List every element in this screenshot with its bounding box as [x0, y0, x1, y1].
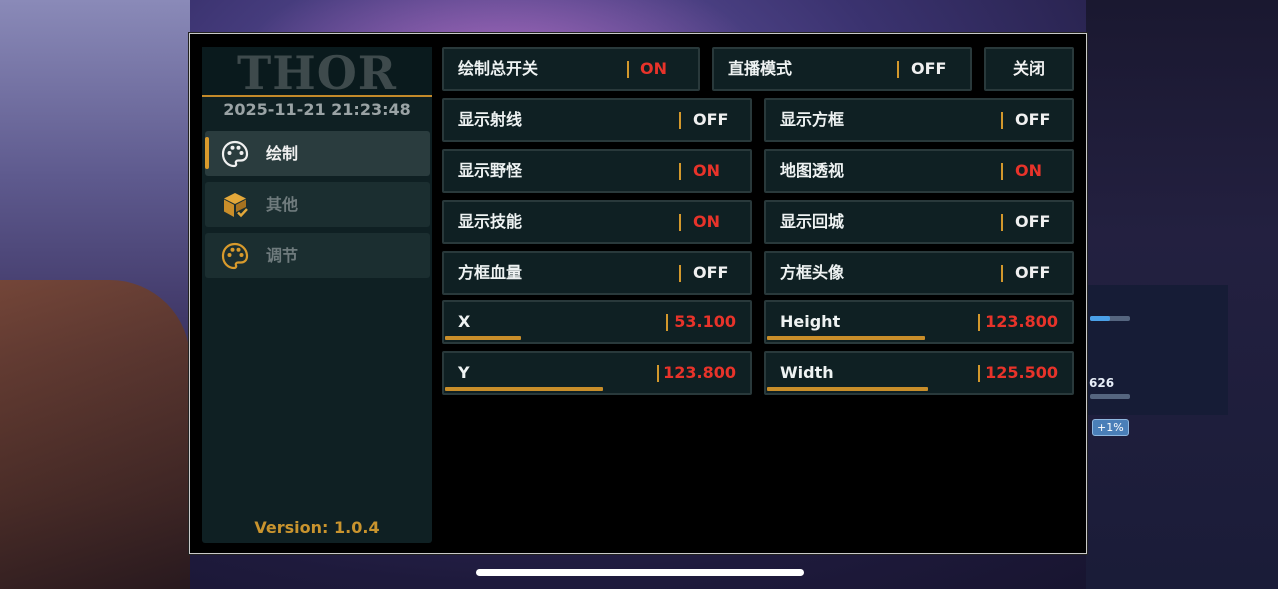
- logo-divider: [202, 95, 432, 97]
- slider-fill: [445, 336, 521, 340]
- slider-value: 53.100: [674, 312, 736, 331]
- background-character: [0, 280, 190, 589]
- slider-value: 123.800: [663, 363, 736, 382]
- slider-separator: [666, 314, 668, 331]
- toggle-value: OFF: [693, 263, 729, 282]
- close-button[interactable]: 关闭: [984, 47, 1074, 91]
- toggle-label: 直播模式: [728, 59, 793, 78]
- version-label: Version: 1.0.4: [254, 518, 380, 537]
- sidebar-item-draw[interactable]: 绘制: [205, 131, 430, 176]
- toggle-box-avatar[interactable]: 方框头像 OFF: [764, 251, 1074, 295]
- toggle-label: 显示方框: [780, 110, 845, 129]
- toggle-separator: [1001, 163, 1003, 180]
- slider-fill: [445, 387, 603, 391]
- slider-value: 123.800: [985, 312, 1058, 331]
- sidebar-item-label: 其他: [266, 195, 299, 214]
- toggle-label: 地图透视: [780, 161, 845, 180]
- toggle-separator: [679, 214, 681, 231]
- toggle-value: ON: [640, 59, 667, 78]
- slider-separator: [657, 365, 659, 382]
- slider-y[interactable]: Y 123.800: [442, 351, 752, 395]
- slider-width[interactable]: Width 125.500: [764, 351, 1074, 395]
- sidebar-item-label: 调节: [266, 246, 299, 265]
- slider-separator: [978, 314, 980, 331]
- slider-x[interactable]: X 53.100: [442, 300, 752, 344]
- palette-icon: [221, 140, 249, 168]
- home-indicator[interactable]: [476, 569, 804, 576]
- slider-fill: [767, 387, 928, 391]
- mod-menu-window: THOR 2025-11-21 21:23:48 绘制 其他 调节 Versio…: [189, 33, 1087, 554]
- toggle-value: ON: [693, 212, 720, 231]
- background-hud-bar-2: [1090, 394, 1130, 399]
- toggle-label: 绘制总开关: [458, 59, 539, 78]
- toggle-value: ON: [1015, 161, 1042, 180]
- toggle-value: OFF: [1015, 212, 1051, 231]
- toggle-show-recall[interactable]: 显示回城 OFF: [764, 200, 1074, 244]
- app-logo: THOR: [202, 47, 432, 95]
- master-draw-toggle[interactable]: 绘制总开关 ON: [442, 47, 700, 91]
- toggle-separator: [679, 265, 681, 282]
- palette-icon: [221, 242, 249, 270]
- toggle-separator: [679, 112, 681, 129]
- slider-height[interactable]: Height 123.800: [764, 300, 1074, 344]
- toggle-label: 显示回城: [780, 212, 845, 231]
- toggle-separator: [897, 61, 899, 78]
- toggle-label: 方框血量: [458, 263, 523, 282]
- background-hud-value: 626: [1089, 376, 1115, 390]
- toggle-value: OFF: [911, 59, 947, 78]
- slider-fill: [767, 336, 925, 340]
- toggle-box-health[interactable]: 方框血量 OFF: [442, 251, 752, 295]
- toggle-label: 显示射线: [458, 110, 523, 129]
- toggle-label: 显示野怪: [458, 161, 523, 180]
- toggle-separator: [679, 163, 681, 180]
- toggle-separator: [627, 61, 629, 78]
- toggle-separator: [1001, 214, 1003, 231]
- slider-value: 125.500: [985, 363, 1058, 382]
- stream-mode-toggle[interactable]: 直播模式 OFF: [712, 47, 972, 91]
- toggle-label: 方框头像: [780, 263, 845, 282]
- toggle-show-rays[interactable]: 显示射线 OFF: [442, 98, 752, 142]
- slider-separator: [978, 365, 980, 382]
- toggle-value: ON: [693, 161, 720, 180]
- toggle-show-skills[interactable]: 显示技能 ON: [442, 200, 752, 244]
- toggle-label: 显示技能: [458, 212, 523, 231]
- toggle-separator: [1001, 112, 1003, 129]
- sidebar-item-adjust[interactable]: 调节: [205, 233, 430, 278]
- cube-icon: [224, 193, 248, 218]
- toggle-value: OFF: [693, 110, 729, 129]
- toggle-value: OFF: [1015, 110, 1051, 129]
- datetime-display: 2025-11-21 21:23:48: [223, 100, 411, 119]
- active-indicator: [205, 137, 209, 169]
- toggle-show-box[interactable]: 显示方框 OFF: [764, 98, 1074, 142]
- toggle-map-reveal[interactable]: 地图透视 ON: [764, 149, 1074, 193]
- sidebar-item-other[interactable]: 其他: [205, 182, 430, 227]
- sidebar-item-label: 绘制: [266, 144, 299, 163]
- sidebar: THOR 2025-11-21 21:23:48 绘制 其他 调节 Versio…: [202, 47, 432, 543]
- toggle-separator: [1001, 265, 1003, 282]
- background-hud-badge: +1%: [1092, 419, 1129, 436]
- toggle-show-monsters[interactable]: 显示野怪 ON: [442, 149, 752, 193]
- background-hud-bar: [1090, 316, 1130, 321]
- toggle-value: OFF: [1015, 263, 1051, 282]
